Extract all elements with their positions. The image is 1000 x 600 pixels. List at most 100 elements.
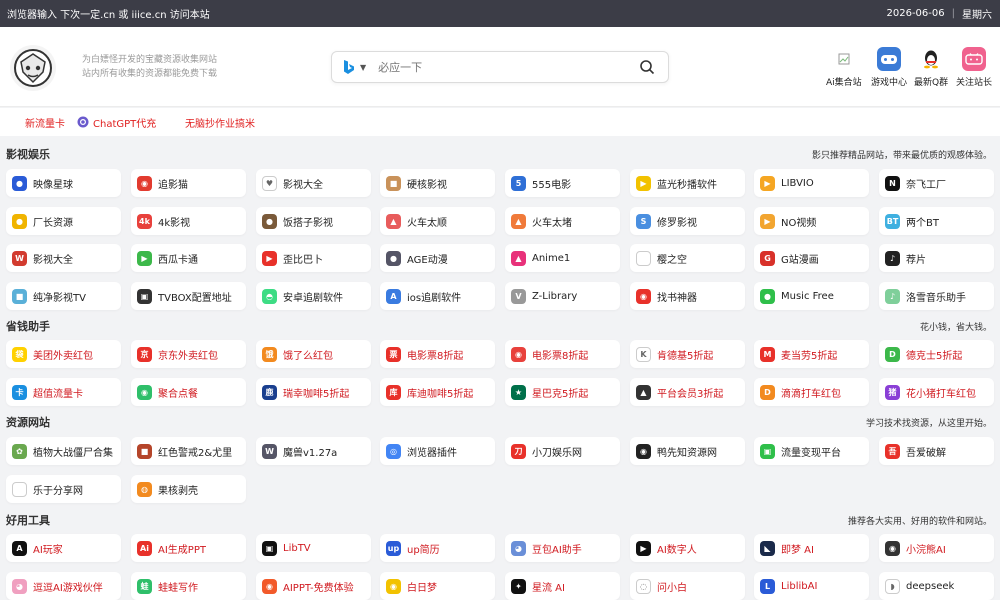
- site-card[interactable]: ◉ 鸭先知资源网: [630, 437, 745, 465]
- site-card[interactable]: ▣ TVBOX配置地址: [131, 282, 246, 310]
- site-card-label: 洛雪音乐助手: [906, 292, 966, 304]
- site-card[interactable]: D 德克士5折起: [879, 340, 994, 368]
- site-card[interactable]: D 滴滴打车红包: [754, 378, 869, 406]
- site-card[interactable]: ◉ 聚合点餐: [131, 378, 246, 406]
- site-card[interactable]: G G站漫画: [754, 244, 869, 272]
- site-card[interactable]: 票电影票8折起: [380, 340, 495, 368]
- site-card[interactable]: ♪ 洛雪音乐助手: [879, 282, 994, 310]
- site-card[interactable]: 京京东外卖红包: [131, 340, 246, 368]
- site-card-label: 奈飞工厂: [906, 179, 946, 191]
- site-card[interactable]: 猪花小猪打车红包: [879, 378, 994, 406]
- site-card[interactable]: ▶ 歪比巴卜: [256, 244, 371, 272]
- site-card[interactable]: ★ 星巴克5折起: [505, 378, 620, 406]
- search-button[interactable]: [632, 59, 662, 75]
- site-card[interactable]: N 奈飞工厂: [879, 169, 994, 197]
- site-card[interactable]: ◕ 豆包AI助手: [505, 534, 620, 562]
- site-card[interactable]: ◉ 小浣熊AI: [879, 534, 994, 562]
- site-card[interactable]: ◉ 找书神器: [630, 282, 745, 310]
- site-icon: 卡: [12, 384, 27, 400]
- site-card[interactable]: M 麦当劳5折起: [754, 340, 869, 368]
- section-description: 花小钱，省大钱。: [919, 323, 992, 333]
- site-card[interactable]: ▶ 蓝光秒播软件: [630, 169, 745, 197]
- site-card[interactable]: ● 厂长资源: [6, 207, 121, 235]
- site-card[interactable]: 卡超值流量卡: [6, 378, 121, 406]
- site-card[interactable]: 袋美团外卖红包: [6, 340, 121, 368]
- site-card[interactable]: 5 555电影: [505, 169, 620, 197]
- site-card[interactable]: 鹿瑞幸咖啡5折起: [256, 378, 371, 406]
- site-card[interactable]: up up简历: [380, 534, 495, 562]
- site-card[interactable]: ◗ deepseek: [879, 572, 994, 600]
- site-card[interactable]: ▲ 火车太顺: [380, 207, 495, 235]
- site-card[interactable]: ✦ 星流 AI: [505, 572, 620, 600]
- site-card[interactable]: ◓ 安卓追剧软件: [256, 282, 371, 310]
- site-card[interactable]: ■ 纯净影视TV: [6, 282, 121, 310]
- site-card[interactable]: 饿饿了么红包: [256, 340, 371, 368]
- site-card[interactable]: ◣ 即梦 AI: [754, 534, 869, 562]
- site-card[interactable]: ▶ NO视频: [754, 207, 869, 235]
- site-card[interactable]: ◉ 白日梦: [380, 572, 495, 600]
- promo-link-sim-card[interactable]: 新流量卡: [25, 115, 65, 130]
- site-icon: ◓: [262, 288, 277, 304]
- site-card[interactable]: 4k 4k影视: [131, 207, 246, 235]
- promo-link-chatgpt[interactable]: ChatGPT代充: [77, 115, 156, 130]
- site-card[interactable]: ♪ 荐片: [879, 244, 994, 272]
- site-card[interactable]: ▶ 西瓜卡通: [131, 244, 246, 272]
- site-card[interactable]: ◕ 逗逗AI游戏伙伴: [6, 572, 121, 600]
- site-card-label: 电影票8折起: [532, 350, 589, 362]
- site-card-label: 吾爱破解: [906, 447, 946, 459]
- site-card[interactable]: ▲ Anime1: [505, 244, 620, 272]
- quick-link-qq-group[interactable]: 最新Q群: [914, 47, 948, 88]
- promo-links-bar: 新流量卡 ChatGPT代充 无脑抄作业搞米: [0, 108, 1000, 136]
- site-card[interactable]: ♥ 影视大全: [256, 169, 371, 197]
- site-card[interactable]: ● 饭搭子影视: [256, 207, 371, 235]
- site-card[interactable]: ▲ 火车太堵: [505, 207, 620, 235]
- site-card[interactable]: S 修罗影视: [630, 207, 745, 235]
- search-input[interactable]: [378, 60, 632, 74]
- quick-link-ai-sites[interactable]: Ai集合站: [826, 47, 862, 88]
- site-card[interactable]: ◍ 果核剥壳: [131, 475, 246, 503]
- site-card[interactable]: ■ 红色警戒2&尤里: [131, 437, 246, 465]
- site-card[interactable]: ● AGE动漫: [380, 244, 495, 272]
- site-card[interactable]: Ai AI生成PPT: [131, 534, 246, 562]
- site-card[interactable]: ◉ 电影票8折起: [505, 340, 620, 368]
- site-card-label: 肯德基5折起: [657, 350, 714, 362]
- site-card[interactable]: 蛙蛙蛙写作: [131, 572, 246, 600]
- site-card-label: 星巴克5折起: [532, 388, 589, 400]
- site-logo[interactable]: [10, 45, 56, 91]
- site-card[interactable]: A AI玩家: [6, 534, 121, 562]
- site-card[interactable]: W 影视大全: [6, 244, 121, 272]
- site-card[interactable]: 乐于分享网: [6, 475, 121, 503]
- quick-link-follow-owner[interactable]: 关注站长: [956, 47, 992, 88]
- site-card[interactable]: ● Music Free: [754, 282, 869, 310]
- quick-link-game-center[interactable]: 游戏中心: [871, 47, 907, 88]
- site-card[interactable]: 吾吾爱破解: [879, 437, 994, 465]
- site-card[interactable]: ▣ LibTV: [256, 534, 371, 562]
- site-card[interactable]: 樱之空: [630, 244, 745, 272]
- site-icon: 库: [386, 384, 401, 400]
- site-card[interactable]: ▶ AI数字人: [630, 534, 745, 562]
- site-card[interactable]: ◌ 问小白: [630, 572, 745, 600]
- site-card[interactable]: 库库迪咖啡5折起: [380, 378, 495, 406]
- site-card[interactable]: W 魔兽v1.27a: [256, 437, 371, 465]
- promo-link-label: 无脑抄作业搞米: [185, 118, 255, 130]
- site-card[interactable]: V Z-Library: [505, 282, 620, 310]
- site-card[interactable]: ▲ 平台会员3折起: [630, 378, 745, 406]
- site-card[interactable]: ✿ 植物大战僵尸合集: [6, 437, 121, 465]
- site-card[interactable]: ◎ 浏览器插件: [380, 437, 495, 465]
- site-card[interactable]: ▣ 流量变现平台: [754, 437, 869, 465]
- site-card-label: 红色警戒2&尤里: [158, 447, 233, 459]
- site-card[interactable]: 刀小刀娱乐网: [505, 437, 620, 465]
- site-card[interactable]: ■ 硬核影视: [380, 169, 495, 197]
- site-card[interactable]: BT 两个BT: [879, 207, 994, 235]
- promo-link-copy-homework[interactable]: 无脑抄作业搞米: [185, 115, 255, 130]
- site-card[interactable]: Aios追剧软件: [380, 282, 495, 310]
- site-card[interactable]: ● 映像星球: [6, 169, 121, 197]
- site-card[interactable]: ◉ AIPPT-免费体验: [256, 572, 371, 600]
- quick-link-label: 最新Q群: [914, 78, 949, 88]
- search-engine-selector[interactable]: ▼: [342, 59, 366, 75]
- site-card[interactable]: ◉ 追影猫: [131, 169, 246, 197]
- site-card-label: 即梦 AI: [781, 544, 814, 556]
- site-card[interactable]: L LiblibAI: [754, 572, 869, 600]
- site-card[interactable]: ▶ LIBVIO: [754, 169, 869, 197]
- site-card[interactable]: K 肯德基5折起: [630, 340, 745, 368]
